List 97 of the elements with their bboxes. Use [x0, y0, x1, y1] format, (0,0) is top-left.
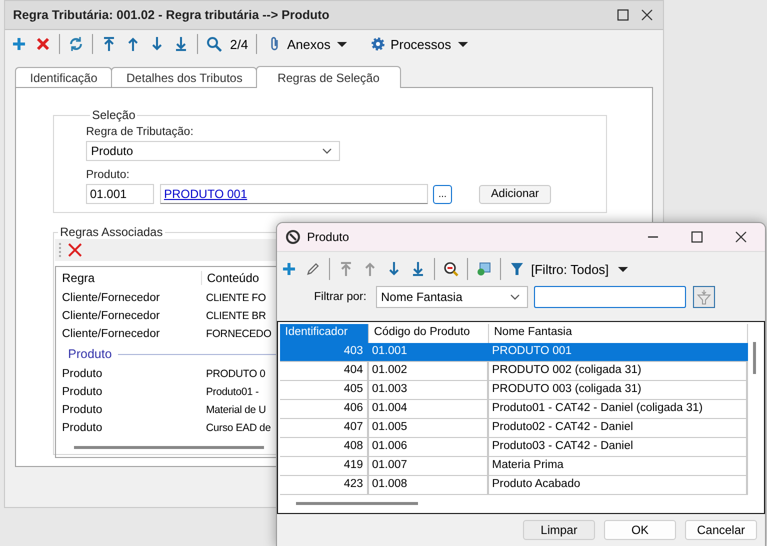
rule-dropdown[interactable]: Produto: [86, 141, 340, 161]
table-cell: Produto01 - CAT42 - Daniel (coligada 31): [489, 400, 748, 418]
table-cell: 01.008: [369, 476, 489, 494]
table-cell-text: FORNECEDO: [205, 328, 272, 340]
dialog-title: Produto: [307, 230, 350, 244]
table-cell: 404: [280, 362, 369, 380]
table-row[interactable]: 407 01.005 Produto02 - CAT42 - Daniel: [280, 419, 748, 438]
dialog-button[interactable]: OK: [604, 520, 676, 540]
dialog-logo-icon: [285, 229, 301, 245]
horizontal-scrollbar[interactable]: [74, 446, 264, 449]
table-cell-text: Produto: [61, 368, 104, 380]
group-title: Regras Associadas: [59, 225, 164, 239]
table-cell: Produto Acabado: [489, 476, 748, 494]
first-record-icon[interactable]: [338, 261, 354, 277]
table-row[interactable]: 406 01.004 Produto01 - CAT42 - Daniel (coligada 31): [280, 400, 748, 419]
table-row[interactable]: 405 01.003 PRODUTO 003 (coligada 31): [280, 381, 748, 400]
table-cell: 403: [280, 343, 369, 361]
last-record-icon[interactable]: [173, 36, 189, 52]
filter-dropdown[interactable]: Nome Fantasia: [376, 286, 528, 308]
maximize-icon[interactable]: [689, 229, 705, 245]
table-cell: Produto03 - CAT42 - Daniel: [489, 438, 748, 456]
field-label: Produto:: [86, 169, 130, 181]
table-cell: Materia Prima: [489, 457, 748, 475]
table-cell: PRODUTO 001: [489, 343, 748, 361]
table-cell-text: Produto: [61, 422, 104, 434]
table-cell: 01.003: [369, 381, 489, 399]
table-cell-text: Cliente/Fornecedor: [61, 310, 161, 322]
table-cell: 01.002: [369, 362, 489, 380]
table-cell-text: Material de U: [205, 404, 266, 416]
table-cell: 01.006: [369, 438, 489, 456]
add-icon[interactable]: [11, 36, 27, 52]
sql-search-icon[interactable]: [443, 261, 459, 277]
horizontal-scrollbar[interactable]: [296, 502, 418, 505]
add-button[interactable]: Adicionar: [479, 184, 551, 204]
delete-icon[interactable]: [67, 242, 83, 258]
table-cell: 405: [280, 381, 369, 399]
toolbar-menu[interactable]: Anexos: [265, 36, 352, 52]
table-cell: 419: [280, 457, 369, 475]
search-icon[interactable]: [206, 36, 222, 52]
table-row[interactable]: 408 01.006 Produto03 - CAT42 - Daniel: [280, 438, 748, 457]
table-cell: 423: [280, 476, 369, 494]
table-cell: PRODUTO 003 (coligada 31): [489, 381, 748, 399]
tab[interactable]: Regras de Seleção: [256, 66, 401, 88]
first-record-icon[interactable]: [101, 36, 117, 52]
column-header[interactable]: Conteúdo: [201, 271, 260, 285]
table-cell: 407: [280, 419, 369, 437]
table-cell: 406: [280, 400, 369, 418]
browse-button[interactable]: ...: [433, 184, 452, 204]
last-record-icon[interactable]: [410, 261, 426, 277]
dialog-button[interactable]: Limpar: [523, 520, 595, 540]
column-header[interactable]: Identificador: [280, 324, 369, 343]
table-row[interactable]: 423 01.008 Produto Acabado: [280, 476, 748, 495]
table-cell-text: Produto: [61, 404, 104, 416]
gear-icon: [370, 36, 386, 52]
window-title: Regra Tributária: 001.02 - Regra tributária --> Produto: [13, 8, 330, 22]
table-row[interactable]: 403 01.001 PRODUTO 001: [280, 343, 748, 362]
table-cell-text: Cliente/Fornecedor: [61, 328, 161, 340]
apply-filter-button[interactable]: [693, 286, 715, 308]
toolbar-menu[interactable]: Processos: [368, 36, 474, 52]
group-header: Produto: [68, 347, 112, 361]
tab[interactable]: Detalhes dos Tributos: [111, 67, 258, 87]
add-icon[interactable]: [281, 261, 297, 277]
table-cell-text: PRODUTO 0: [205, 368, 266, 380]
table-cell-text: Curso EAD de: [205, 422, 271, 434]
monitor-icon[interactable]: [476, 261, 492, 277]
table-cell: 01.007: [369, 457, 489, 475]
close-icon[interactable]: [639, 7, 655, 23]
filter-input[interactable]: [534, 286, 686, 308]
table-cell: 01.001: [369, 343, 489, 361]
table-cell: 408: [280, 438, 369, 456]
table-cell: 01.004: [369, 400, 489, 418]
refresh-icon[interactable]: [68, 36, 84, 52]
record-position: 2/4: [230, 36, 248, 52]
column-header[interactable]: Regra: [56, 271, 201, 285]
table-cell-text: Cliente/Fornecedor: [61, 292, 161, 304]
delete-icon[interactable]: [35, 36, 51, 52]
filter-label: Filtrar por:: [314, 291, 368, 303]
table-cell: Produto02 - CAT42 - Daniel: [489, 419, 748, 437]
table-cell-text: Produto01 -: [205, 386, 259, 398]
table-cell-text: CLIENTE BR: [205, 310, 266, 322]
close-icon[interactable]: [733, 229, 749, 245]
product-code-field[interactable]: 01.001: [86, 184, 154, 204]
field-label: Regra de Tributação:: [86, 126, 194, 138]
table-row[interactable]: 404 01.002 PRODUTO 002 (coligada 31): [280, 362, 748, 381]
vertical-scrollbar[interactable]: [753, 342, 756, 374]
table-cell-text: Produto: [61, 386, 104, 398]
dialog-button[interactable]: Cancelar: [685, 520, 757, 540]
table-cell-text: CLIENTE FO: [205, 292, 266, 304]
maximize-icon[interactable]: [615, 7, 631, 23]
pencil-icon[interactable]: [305, 261, 321, 277]
table-cell: 01.005: [369, 419, 489, 437]
group-title: Seleção: [91, 108, 136, 122]
table-cell: PRODUTO 002 (coligada 31): [489, 362, 748, 380]
tab[interactable]: Identificação: [15, 67, 112, 87]
funnel-icon: [696, 289, 712, 305]
table-row[interactable]: 419 01.007 Materia Prima: [280, 457, 748, 476]
filter-menu[interactable]: [Filtro: Todos]: [509, 261, 631, 277]
